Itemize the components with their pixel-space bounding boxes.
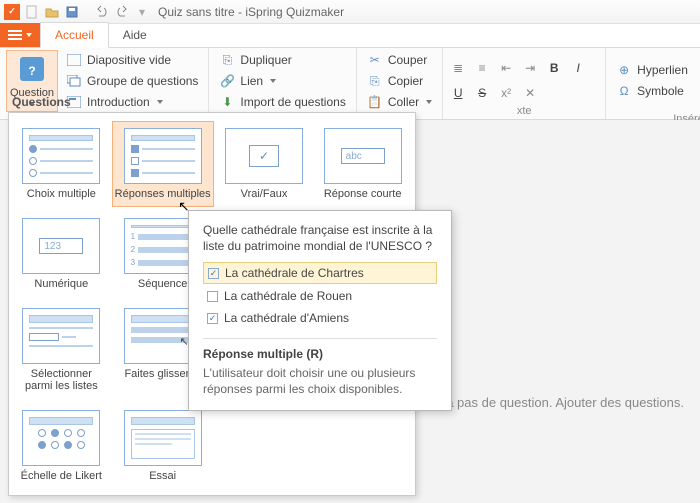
clear-icon[interactable]: ✕ bbox=[521, 84, 539, 102]
format-group: ≣ ≡ ⇤ ⇥ B I U S x² ✕ bbox=[449, 50, 599, 104]
new-icon[interactable] bbox=[24, 4, 40, 20]
hyperlink-icon: ⊕ bbox=[616, 62, 632, 78]
qtype-reponses-multiples[interactable]: Réponses multiples bbox=[112, 121, 214, 207]
tooltip-example-question: Quelle cathédrale française est inscrite… bbox=[203, 223, 437, 254]
bullets-icon[interactable]: ≣ bbox=[449, 59, 467, 77]
qtype-likert[interactable]: Échelle de Likert bbox=[13, 403, 110, 489]
title-bar: ✓ ▾ Quiz sans titre - iSpring Quizmaker bbox=[0, 0, 700, 24]
image-button[interactable]: ▦Image bbox=[696, 50, 700, 70]
question-icon: ? bbox=[16, 53, 48, 85]
numbering-icon[interactable]: ≡ bbox=[473, 59, 491, 77]
link-button[interactable]: 🔗Lien bbox=[215, 71, 349, 91]
import-button[interactable]: ⬇Import de questions bbox=[215, 92, 349, 112]
omega-icon: Ω bbox=[616, 83, 632, 99]
checkbox-icon bbox=[207, 291, 218, 302]
slide-icon bbox=[66, 52, 82, 68]
indent-icon[interactable]: ⇥ bbox=[521, 59, 539, 77]
cut-icon: ✂ bbox=[367, 52, 383, 68]
qtype-vrai-faux[interactable]: ✓ Vrai/Faux bbox=[216, 121, 313, 207]
qtype-numerique[interactable]: 123 Numérique bbox=[13, 211, 110, 297]
tab-aide[interactable]: Aide bbox=[109, 23, 161, 47]
audio-button[interactable]: 🔊Audio bbox=[696, 92, 700, 112]
bold-icon[interactable]: B bbox=[545, 59, 563, 77]
qtype-choix-multiple[interactable]: Choix multiple bbox=[13, 121, 110, 207]
copy-button[interactable]: ⎘Copier bbox=[363, 71, 436, 91]
video-button[interactable]: ▣Vidéo bbox=[696, 71, 700, 91]
checkbox-checked-icon: ✓ bbox=[207, 313, 218, 324]
tooltip-title: Réponse multiple (R) bbox=[203, 347, 437, 361]
link-icon: 🔗 bbox=[219, 73, 235, 89]
app-icon: ✓ bbox=[4, 4, 20, 20]
paste-button[interactable]: 📋Coller bbox=[363, 92, 436, 112]
undo-icon[interactable] bbox=[94, 4, 110, 20]
checkbox-checked-icon: ✓ bbox=[208, 268, 219, 279]
question-group-button[interactable]: Groupe de questions bbox=[62, 71, 202, 91]
tooltip-opt-3: ✓La cathédrale d'Amiens bbox=[203, 308, 437, 328]
qtype-select-lists[interactable]: Sélectionner parmi les listes bbox=[13, 301, 110, 399]
import-icon: ⬇ bbox=[219, 94, 235, 110]
open-icon[interactable] bbox=[44, 4, 60, 20]
tooltip-opt-2: La cathédrale de Rouen bbox=[203, 286, 437, 306]
copy-icon: ⎘ bbox=[367, 73, 383, 89]
tooltip-desc: L'utilisateur doit choisir une ou plusie… bbox=[203, 365, 437, 397]
file-tab[interactable] bbox=[0, 23, 40, 47]
duplicate-button[interactable]: ⎘Dupliquer bbox=[215, 50, 349, 70]
cut-button[interactable]: ✂Couper bbox=[363, 50, 436, 70]
strike-icon[interactable]: S bbox=[473, 84, 491, 102]
ribbon: ? Question Diapositive vide Groupe de qu… bbox=[0, 48, 700, 120]
tooltip-opt-1: ✓La cathédrale de Chartres bbox=[203, 262, 437, 284]
underline-icon[interactable]: U bbox=[449, 84, 467, 102]
intro-button[interactable]: Introduction bbox=[62, 92, 202, 112]
qtype-essai[interactable]: Essai bbox=[112, 403, 214, 489]
svg-text:?: ? bbox=[28, 64, 35, 78]
duplicate-icon: ⎘ bbox=[219, 52, 235, 68]
tab-accueil[interactable]: Accueil bbox=[40, 22, 109, 48]
group-icon bbox=[66, 73, 82, 89]
outdent-icon[interactable]: ⇤ bbox=[497, 59, 515, 77]
paste-icon: 📋 bbox=[367, 94, 383, 110]
qtype-reponse-courte[interactable]: abc Réponse courte bbox=[314, 121, 411, 207]
window-title: Quiz sans titre - iSpring Quizmaker bbox=[158, 5, 344, 19]
redo-icon[interactable] bbox=[114, 4, 130, 20]
hyperlink-button[interactable]: ⊕Hyperlien bbox=[612, 60, 692, 80]
qat-dropdown-icon[interactable]: ▾ bbox=[134, 4, 150, 20]
blank-slide-button[interactable]: Diapositive vide bbox=[62, 50, 202, 70]
ribbon-tabs: Accueil Aide bbox=[0, 24, 700, 48]
super-icon[interactable]: x² bbox=[497, 84, 515, 102]
symbol-button[interactable]: ΩSymbole bbox=[612, 81, 692, 101]
qtype-tooltip: Quelle cathédrale française est inscrite… bbox=[188, 210, 452, 411]
empty-message: a pas de question. Ajouter des questions… bbox=[446, 395, 684, 410]
questions-header: Questions bbox=[12, 95, 71, 109]
italic-icon[interactable]: I bbox=[569, 59, 587, 77]
save-icon[interactable] bbox=[64, 4, 80, 20]
